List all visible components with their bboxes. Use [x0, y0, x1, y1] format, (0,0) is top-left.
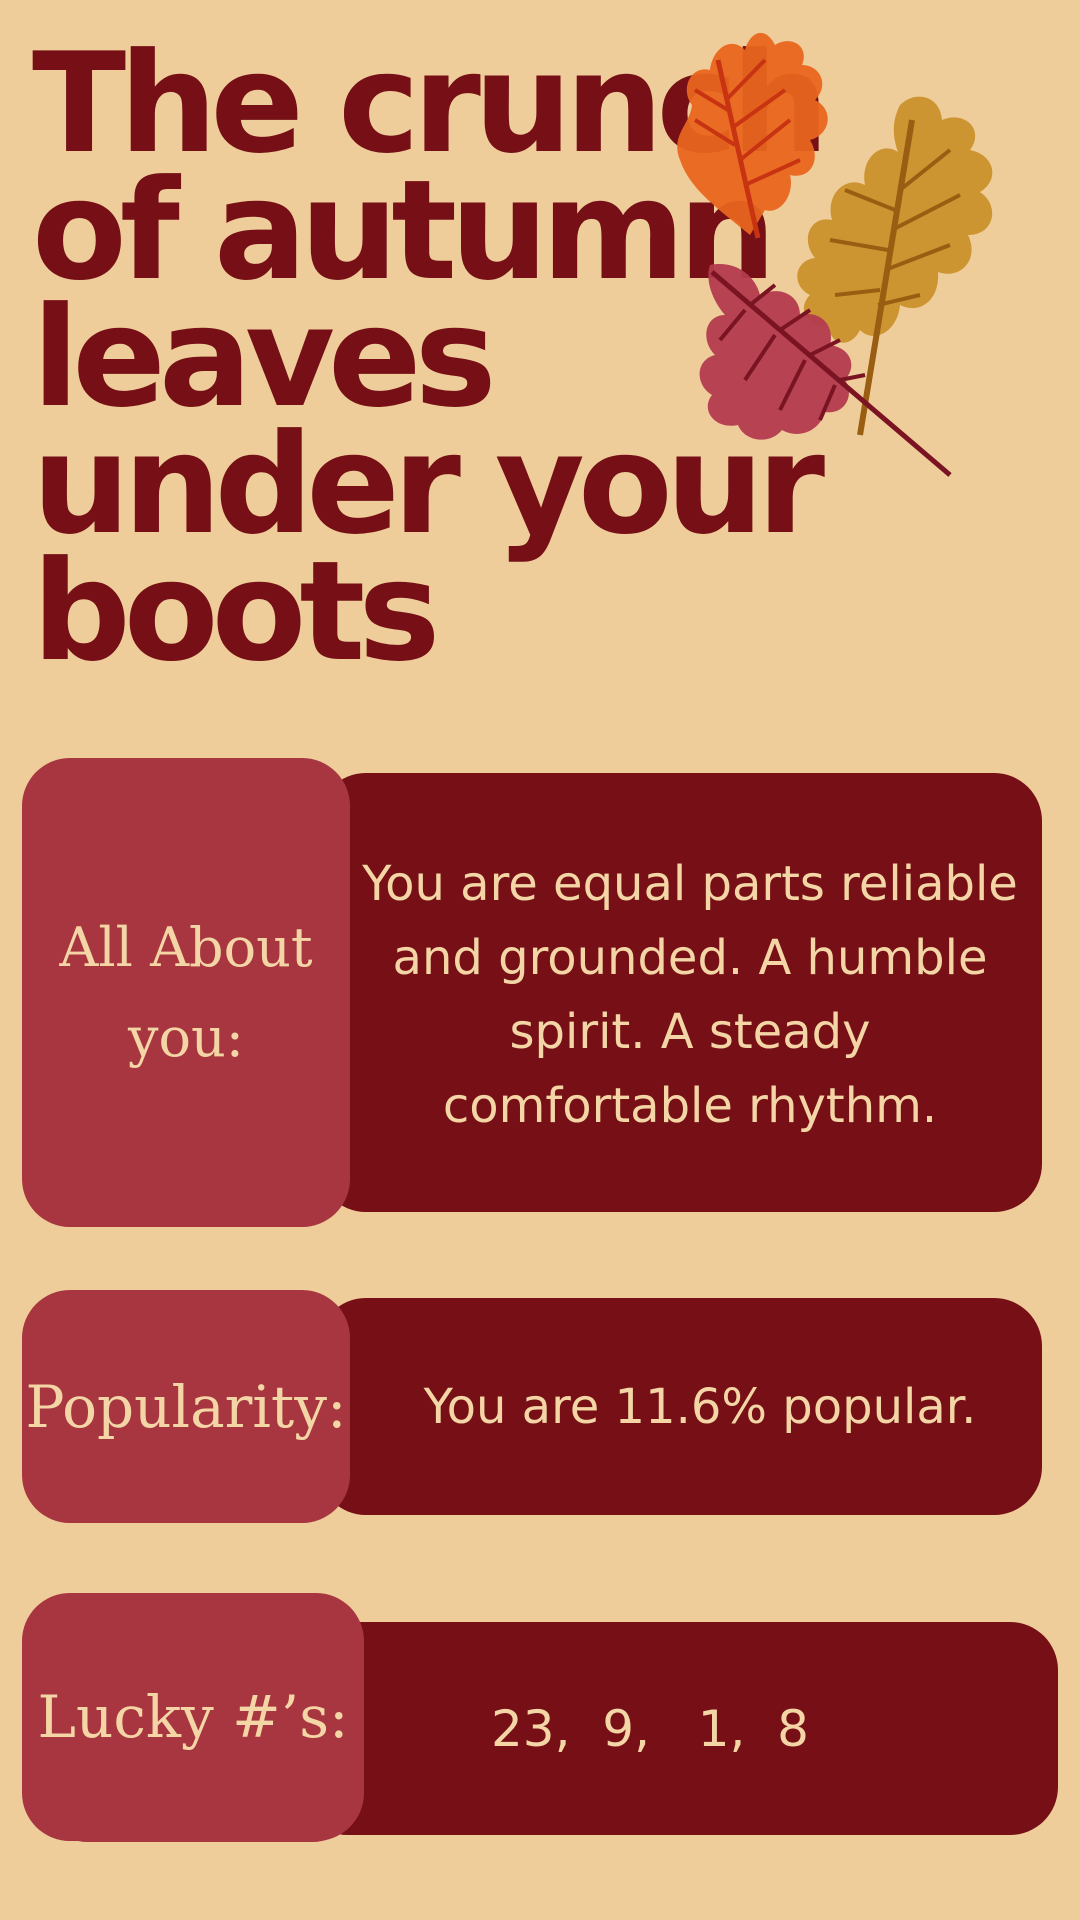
about-text: You are equal parts reliable and grounde… — [362, 856, 1018, 1134]
orange-oak-leaf-icon — [677, 32, 828, 239]
popularity-label-tab: Popularity: — [22, 1290, 350, 1523]
lucky-numbers-box: 23, 9, 1, 8 — [400, 1622, 900, 1835]
lucky-numbers: 23, 9, 1, 8 — [491, 1699, 809, 1758]
about-text-box: You are equal parts reliable and grounde… — [360, 820, 1020, 1170]
popularity-label: Popularity: — [25, 1372, 347, 1441]
popularity-text: You are 11.6% popular. — [423, 1378, 977, 1435]
lucky-label: Lucky #’s: — [37, 1683, 349, 1751]
popularity-text-box: You are 11.6% popular. — [360, 1298, 1040, 1515]
about-label-tab: All About you: — [22, 758, 350, 1227]
autumn-leaves-illustration — [677, 32, 993, 477]
about-label: All About you: — [59, 915, 313, 1069]
lucky-label-tab: Lucky #’s: — [22, 1593, 364, 1841]
title-line: boots — [32, 531, 441, 692]
